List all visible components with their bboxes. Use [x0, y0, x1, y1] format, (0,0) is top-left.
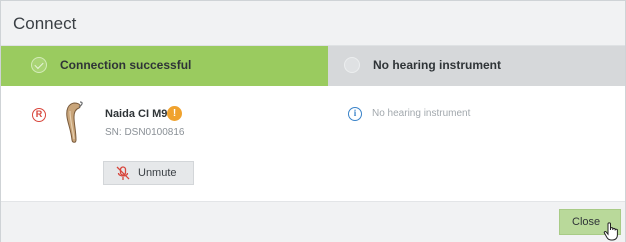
- title-bar: Connect: [1, 1, 625, 46]
- status-no-hearing-instrument: No hearing instrument: [328, 46, 625, 86]
- no-hearing-instrument-text: No hearing instrument: [372, 108, 471, 119]
- status-right-label: No hearing instrument: [373, 58, 502, 72]
- right-side-badge-icon: R: [32, 108, 46, 122]
- device-serial-number: SN: DSN0100816: [105, 127, 185, 138]
- device-name: Naida CI M90: [105, 108, 174, 120]
- warning-icon[interactable]: !: [167, 106, 182, 121]
- unmute-label: Unmute: [138, 167, 177, 179]
- device-content: R Naida CI M90 ! SN: DSN0100816 Unmute i…: [1, 86, 625, 201]
- close-label: Close: [572, 216, 601, 228]
- hearing-implant-icon: [66, 101, 83, 143]
- status-left-label: Connection successful: [60, 58, 192, 72]
- info-icon: i: [348, 107, 362, 121]
- unmute-button[interactable]: Unmute: [103, 161, 194, 185]
- hand-cursor-icon: [603, 222, 618, 241]
- dialog-title: Connect: [13, 14, 77, 33]
- microphone-muted-icon: [116, 166, 130, 180]
- empty-circle-icon: [344, 57, 360, 73]
- connection-status-row: Connection successful No hearing instrum…: [1, 46, 625, 86]
- check-circle-icon: [31, 57, 47, 73]
- dialog-footer: Close: [1, 201, 625, 242]
- status-connection-successful: Connection successful: [1, 46, 328, 86]
- connect-dialog: Connect Connection successful No hearing…: [0, 0, 626, 242]
